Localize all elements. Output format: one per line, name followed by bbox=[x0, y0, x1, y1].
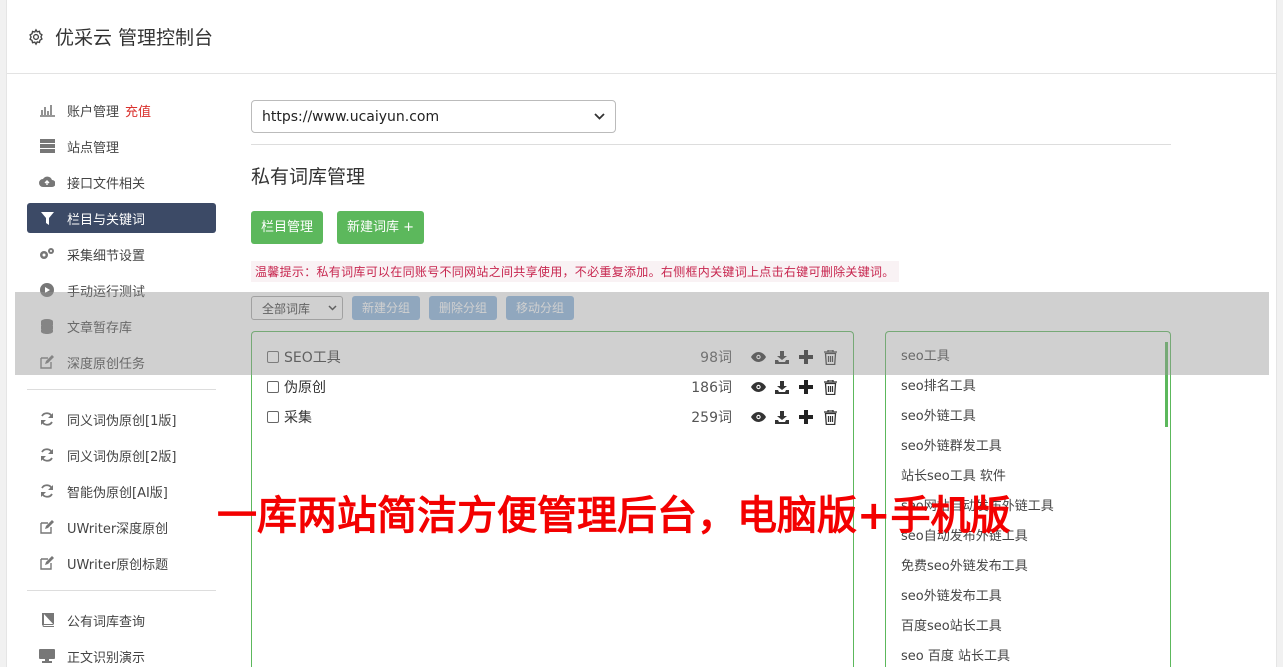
list-item: 伪原创 186词 bbox=[267, 372, 838, 402]
sidebar-item-label: 智能伪原创[AI版] bbox=[67, 485, 168, 501]
sidebar-item-public-lexicon[interactable]: 公有词库查询 bbox=[27, 605, 216, 635]
tip-text: 温馨提示：私有词库可以在同账号不同网站之间共享使用，不必重复添加。右侧框内关键词… bbox=[251, 261, 899, 282]
sidebar-item-account[interactable]: 账户管理 充值 bbox=[27, 95, 216, 125]
book-icon bbox=[39, 612, 55, 628]
sidebar-item-label: UWriter深度原创 bbox=[67, 521, 169, 537]
column-manage-button[interactable]: 栏目管理 bbox=[251, 211, 324, 244]
refresh-icon bbox=[39, 411, 55, 427]
refresh-icon bbox=[39, 447, 55, 463]
edit-icon bbox=[39, 519, 55, 535]
divider bbox=[251, 144, 1171, 145]
lexicon-actions bbox=[742, 379, 838, 395]
trash-icon[interactable] bbox=[822, 409, 838, 425]
download-icon[interactable] bbox=[774, 409, 790, 425]
lexicon-actions bbox=[742, 409, 838, 425]
sidebar-item-label: 接口文件相关 bbox=[67, 176, 146, 192]
action-buttons: 栏目管理 新建词库 + bbox=[251, 211, 1171, 244]
server-icon bbox=[39, 138, 55, 154]
keyword-item[interactable]: seo外链发布工具 bbox=[901, 582, 1155, 612]
app-title: 优采云 管理控制台 bbox=[55, 27, 214, 49]
sidebar-item-ai-rewrite[interactable]: 智能伪原创[AI版] bbox=[27, 476, 216, 506]
lexicon-checkbox[interactable] bbox=[267, 381, 279, 393]
sidebar-item-label: UWriter原创标题 bbox=[67, 557, 169, 573]
sidebar-item-interface[interactable]: 接口文件相关 bbox=[27, 167, 216, 197]
gear-icon bbox=[29, 28, 43, 45]
sidebar-divider bbox=[27, 590, 216, 591]
monitor-icon bbox=[39, 648, 55, 664]
lexicon-checkbox[interactable] bbox=[267, 411, 279, 423]
sidebar-item-label: 栏目与关键词 bbox=[67, 212, 146, 228]
gray-highlight-overlay bbox=[15, 292, 1269, 375]
lexicon-name[interactable]: 伪原创 bbox=[284, 377, 691, 397]
bar-chart-icon bbox=[39, 102, 55, 118]
sidebar-item-columns-keywords[interactable]: 栏目与关键词 bbox=[27, 203, 216, 233]
sidebar-item-label: 采集细节设置 bbox=[67, 248, 146, 264]
sidebar-item-sites[interactable]: 站点管理 bbox=[27, 131, 216, 161]
lexicon-count: 186词 bbox=[691, 380, 732, 396]
gears-icon bbox=[39, 246, 55, 262]
eye-icon[interactable] bbox=[750, 379, 766, 395]
chevron-down-icon bbox=[594, 113, 605, 120]
sidebar-item-text-recognition[interactable]: 正文识别演示 bbox=[27, 641, 216, 667]
keyword-item[interactable]: seo排名工具 bbox=[901, 372, 1155, 402]
promo-caption: 一库两站简洁方便管理后台，电脑版+手机版 bbox=[217, 493, 1011, 539]
site-select-value: https://www.ucaiyun.com bbox=[262, 108, 440, 125]
keyword-item[interactable]: 免费seo外链发布工具 bbox=[901, 552, 1155, 582]
keyword-item[interactable]: seo外链群发工具 bbox=[901, 432, 1155, 462]
lexicon-count: 259词 bbox=[691, 410, 732, 426]
header: 优采云 管理控制台 bbox=[7, 0, 1276, 74]
sidebar-item-label: 站点管理 bbox=[67, 140, 120, 156]
plus-icon[interactable] bbox=[798, 379, 814, 395]
edit-icon bbox=[39, 555, 55, 571]
recharge-link[interactable]: 充值 bbox=[125, 101, 151, 120]
sidebar-item-label: 账户管理 bbox=[67, 104, 120, 120]
sidebar-item-synonym-v2[interactable]: 同义词伪原创[2版] bbox=[27, 440, 216, 470]
list-item: 采集 259词 bbox=[267, 402, 838, 432]
sidebar-item-label: 公有词库查询 bbox=[67, 614, 146, 630]
sidebar-item-uwriter-deep[interactable]: UWriter深度原创 bbox=[27, 512, 216, 542]
main-content: https://www.ucaiyun.com 私有词库管理 栏目管理 新建词库… bbox=[251, 100, 1171, 667]
sidebar-item-label: 同义词伪原创[1版] bbox=[67, 413, 177, 429]
plus-icon[interactable] bbox=[798, 409, 814, 425]
sidebar-divider bbox=[27, 389, 216, 390]
keyword-item[interactable]: 站长seo工具 软件 bbox=[901, 462, 1155, 492]
sidebar: 账户管理 充值 站点管理 接口文件相关 栏目与关键词 采集细节设置 手动运行测试… bbox=[27, 95, 216, 667]
refresh-icon bbox=[39, 483, 55, 499]
trash-icon[interactable] bbox=[822, 379, 838, 395]
sidebar-item-uwriter-title[interactable]: UWriter原创标题 bbox=[27, 548, 216, 578]
filter-icon bbox=[39, 210, 55, 226]
keyword-item[interactable]: seo 百度 站长工具 bbox=[901, 642, 1155, 667]
keyword-item[interactable]: 百度seo站长工具 bbox=[901, 612, 1155, 642]
eye-icon[interactable] bbox=[750, 409, 766, 425]
site-select[interactable]: https://www.ucaiyun.com bbox=[251, 100, 616, 133]
download-icon[interactable] bbox=[774, 379, 790, 395]
new-lexicon-button[interactable]: 新建词库 + bbox=[337, 211, 425, 244]
lexicon-name[interactable]: 采集 bbox=[284, 407, 691, 427]
sidebar-item-collect-settings[interactable]: 采集细节设置 bbox=[27, 239, 216, 269]
sidebar-item-label: 同义词伪原创[2版] bbox=[67, 449, 177, 465]
page-title: 私有词库管理 bbox=[251, 166, 366, 188]
cloud-upload-icon bbox=[39, 174, 55, 190]
sidebar-item-synonym-v1[interactable]: 同义词伪原创[1版] bbox=[27, 404, 216, 434]
sidebar-item-label: 正文识别演示 bbox=[67, 650, 146, 666]
keyword-item[interactable]: seo外链工具 bbox=[901, 402, 1155, 432]
